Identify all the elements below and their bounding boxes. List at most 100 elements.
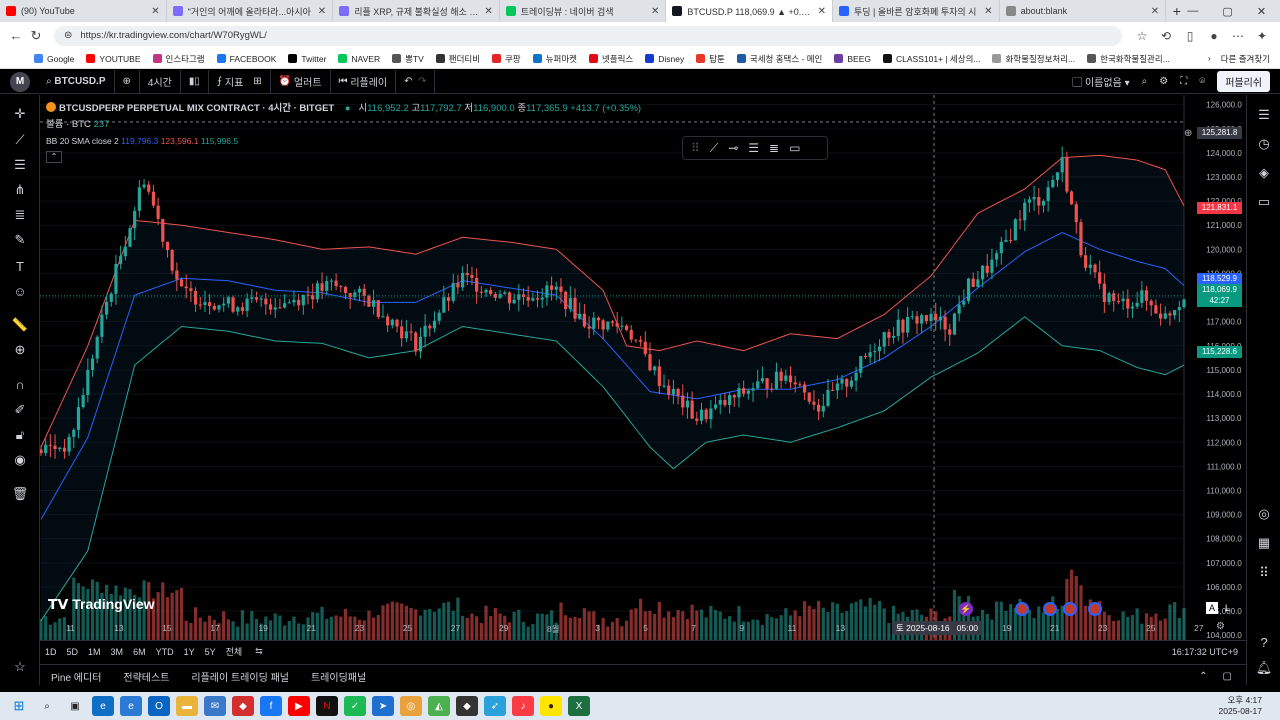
bookmark-item[interactable]: 뉴퍼마켓 <box>532 53 577 65</box>
bookmark-item[interactable]: 한국화학물질관리... <box>1087 53 1170 65</box>
price-chart[interactable]: 126,000.0125,000.0124,000.0123,000.0122,… <box>39 95 1246 640</box>
alert-button[interactable]: ⏰ 얼러트 <box>271 69 331 94</box>
add-alert-plus-icon[interactable]: ⊕ <box>1184 128 1192 139</box>
back-icon[interactable]: ← <box>6 28 26 43</box>
collapse-legend-icon[interactable]: ⌃ <box>46 151 62 163</box>
bookmark-item[interactable]: 화학물질정보처리... <box>992 53 1075 65</box>
calendar-icon[interactable]: ▦ <box>1254 533 1274 553</box>
symbol-search-button[interactable]: ⌕ BTCUSD.P <box>38 69 115 94</box>
replay-button[interactable]: ⏮ 리플레이 <box>331 69 397 94</box>
strategy-tester-tab[interactable]: 전략테스트 <box>123 669 169 684</box>
quick-search-icon[interactable]: ⌕ <box>1142 76 1148 87</box>
split-screen-icon[interactable]: ▯ <box>1178 29 1202 43</box>
netflix-icon[interactable]: N <box>316 696 338 716</box>
apps-grid-icon[interactable]: ⠿ <box>1254 563 1274 583</box>
settings-gear-icon[interactable]: ⚙ <box>1159 76 1168 87</box>
outlook-icon[interactable]: O <box>148 696 170 716</box>
maximize-panel-icon[interactable]: ▢ <box>1223 671 1232 682</box>
emoji-icon[interactable]: ☺ <box>10 281 30 301</box>
telegram-icon[interactable]: ➶ <box>484 696 506 716</box>
browser-tab[interactable]: about:blank ✕ <box>1000 0 1167 22</box>
copilot-icon[interactable]: ✦ <box>1250 29 1274 43</box>
camera-snapshot-icon[interactable]: ⌾ <box>1199 76 1205 87</box>
browser-tab[interactable]: 리플 XRP, 규제 불확실성 해소 기대 ✕ <box>333 0 500 22</box>
undo-button[interactable]: ↶ ↷ <box>396 69 436 94</box>
minimize-icon[interactable]: — <box>1187 5 1198 18</box>
symbol-title[interactable]: BTCUSDPERP PERPETUAL MIX CONTRACT · 4시간 … <box>59 103 334 114</box>
edge-browser-icon[interactable]: e <box>92 696 114 716</box>
target-icon[interactable]: ◎ <box>1254 504 1274 524</box>
app-icon[interactable]: ◆ <box>456 696 478 716</box>
refresh-icon[interactable]: ↻ <box>26 28 46 44</box>
fib-channel-icon[interactable]: ≣ <box>769 141 779 155</box>
chrome-icon[interactable]: ◎ <box>400 696 422 716</box>
indicators-button[interactable]: ⨍ 지표 ⊞ <box>209 69 271 94</box>
windows-start-icon[interactable]: ⊞ <box>8 696 30 716</box>
collapse-panel-icon[interactable]: ⌃ <box>1199 671 1207 682</box>
youtube-icon[interactable]: ▶ <box>288 696 310 716</box>
lightning-event-icon[interactable]: ⚡ <box>959 602 973 616</box>
range-5y[interactable]: 5Y <box>205 647 216 657</box>
system-clock[interactable]: 오후 4:17 2025-08-17 <box>1219 695 1280 717</box>
range-1d[interactable]: 1D <box>45 647 57 657</box>
time-axis-settings-icon[interactable]: ⚙ <box>1216 621 1225 632</box>
ie-icon[interactable]: e <box>120 696 142 716</box>
economic-event-flag-icon[interactable] <box>1015 602 1029 616</box>
horizontal-ray-icon[interactable]: ⊸ <box>728 141 738 155</box>
auto-scale-button[interactable]: A <box>1206 602 1219 614</box>
tradingview-watermark[interactable]: 𝗧𝗩 TradingView <box>48 596 155 613</box>
magnet-icon[interactable]: ∩ <box>10 374 30 394</box>
zoom-in-icon[interactable]: ⊕ <box>10 340 30 360</box>
pitchfork-icon[interactable]: ⋔ <box>10 180 30 200</box>
trading-panel-tab[interactable]: 트레이딩패널 <box>311 669 366 684</box>
replay-trading-tab[interactable]: 리플레이 트레이딩 패널 <box>191 669 289 684</box>
bookmark-item[interactable]: BEEG <box>834 54 871 64</box>
bookmark-item[interactable]: 국세청 홈택스 - 메인 <box>736 53 822 65</box>
bookmark-item[interactable]: 뽕TV <box>392 53 424 65</box>
account-avatar[interactable]: M <box>10 71 30 92</box>
pine-editor-tab[interactable]: Pine 에디터 <box>51 669 101 684</box>
browser-tab[interactable]: (90) YouTube ✕ <box>0 0 167 22</box>
range-5d[interactable]: 5D <box>67 647 79 657</box>
favorite-star-icon[interactable]: ☆ <box>1130 29 1154 43</box>
range-ytd[interactable]: YTD <box>156 647 174 657</box>
brush-icon[interactable]: ✎ <box>10 230 30 250</box>
templates-icon[interactable]: ⊞ <box>253 76 261 87</box>
more-menu-icon[interactable]: ⋯ <box>1226 29 1250 43</box>
fullscreen-icon[interactable]: ⛶ <box>1180 76 1187 87</box>
app-blue-icon[interactable]: ➤ <box>372 696 394 716</box>
date-range-icon[interactable]: ⇆ <box>255 646 263 657</box>
bookmark-item[interactable]: 탑툰 <box>696 53 725 65</box>
mail-icon[interactable]: ✉ <box>204 696 226 716</box>
kakaotalk-icon[interactable]: ● <box>540 696 562 716</box>
task-view-icon[interactable]: ▣ <box>64 696 86 716</box>
bookmark-item[interactable]: Twitter <box>288 54 326 64</box>
crosshair-icon[interactable]: ✛ <box>10 104 30 124</box>
extensions-icon[interactable]: ⟲ <box>1154 29 1178 43</box>
range-all[interactable]: 전체 <box>226 645 243 658</box>
parallel-channel-icon[interactable]: ☰ <box>748 141 759 155</box>
chart-area[interactable]: 126,000.0125,000.0124,000.0123,000.0122,… <box>39 95 1246 640</box>
file-explorer-icon[interactable]: ▬ <box>176 696 198 716</box>
horizontal-lines-icon[interactable]: ☰ <box>10 155 30 175</box>
facebook-icon[interactable]: f <box>260 696 282 716</box>
layers-icon[interactable]: ◈ <box>1254 163 1274 183</box>
bookmark-item[interactable]: 넷플릭스 <box>588 53 633 65</box>
fib-retracement-icon[interactable]: ≣ <box>10 205 30 225</box>
redo-icon[interactable]: ↷ <box>418 76 426 87</box>
bookmark-item[interactable]: 팬더티비 <box>435 53 480 65</box>
compare-symbol-button[interactable]: ⊕ <box>115 69 140 94</box>
site-info-icon[interactable]: ⊜ <box>64 30 72 41</box>
lock-icon[interactable]: 🔓︎ <box>10 425 30 445</box>
economic-event-flag-icon[interactable] <box>1043 602 1057 616</box>
economic-event-flag-icon[interactable] <box>1088 602 1102 616</box>
profile-avatar-icon[interactable]: ● <box>1202 29 1226 43</box>
chevron-right-icon[interactable]: › <box>1208 53 1211 65</box>
ruler-icon[interactable]: 📏 <box>10 315 30 335</box>
maximize-icon[interactable]: ▢ <box>1222 5 1232 18</box>
close-tab-icon[interactable]: ✕ <box>151 6 159 17</box>
favorites-star-icon[interactable]: ☆ <box>10 657 30 677</box>
bookmark-item[interactable]: 인스타그램 <box>152 53 205 65</box>
bb-indicator-label[interactable]: BB 20 SMA close 2 <box>46 136 119 146</box>
bookmark-item[interactable]: CLASS101+ | 세상의... <box>882 53 980 65</box>
